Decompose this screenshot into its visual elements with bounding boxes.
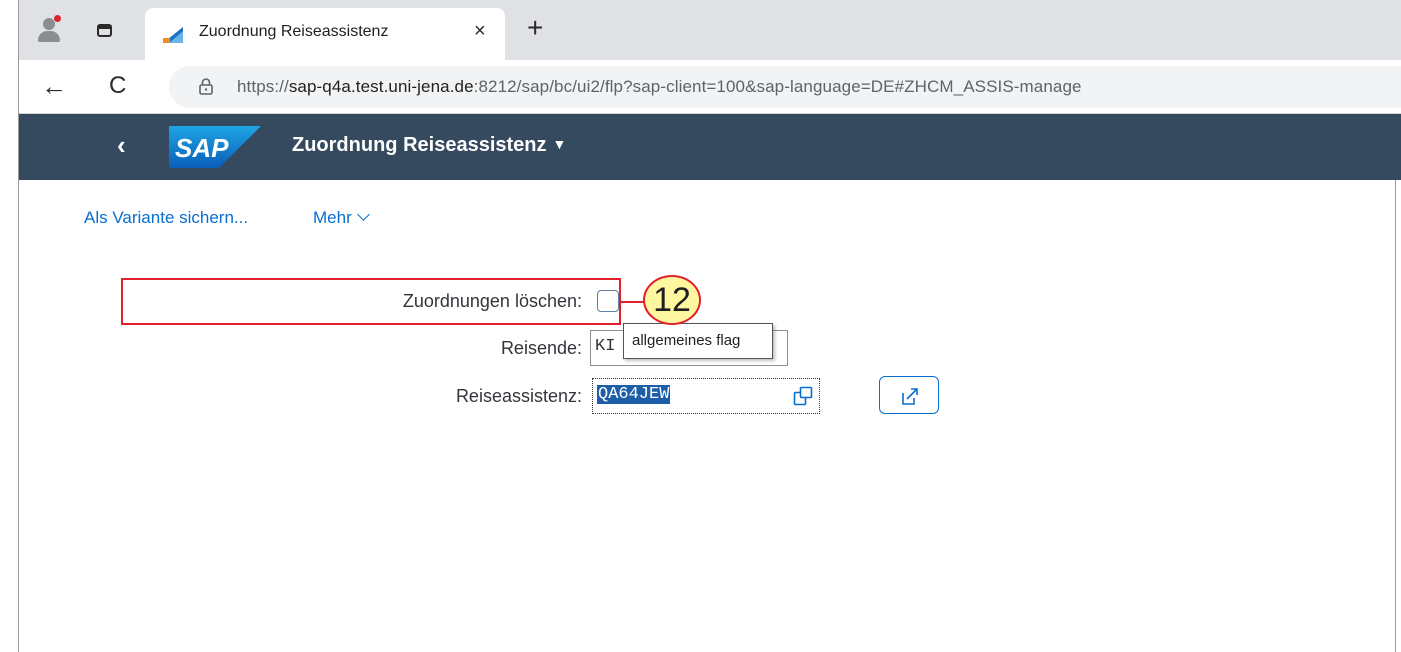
new-tab-icon[interactable]: + [527,14,543,42]
url-text[interactable]: https://sap-q4a.test.uni-jena.de:8212/sa… [237,77,1082,97]
traveler-label: Reisende: [500,338,582,358]
annotation-step-badge: 12 [643,275,701,325]
back-icon[interactable]: ← [41,71,67,102]
address-bar[interactable]: https://sap-q4a.test.uni-jena.de:8212/sa… [169,66,1401,108]
sap-logo[interactable]: SAP [169,126,261,168]
external-navigate-icon [902,388,918,405]
content-right-border [1395,180,1396,652]
assistant-label: Reiseassistenz: [455,386,582,406]
profile-icon[interactable] [37,15,61,44]
value-help-icon[interactable] [793,386,813,406]
more-menu-button[interactable]: Mehr [313,208,370,228]
favicon-icon [163,27,183,43]
svg-text:SAP: SAP [175,133,229,163]
annotation-connector [621,301,645,303]
chevron-down-icon [356,208,370,221]
shell-back-icon[interactable]: ‹ [117,130,126,161]
lock-icon[interactable] [199,78,213,95]
annotation-highlight-box [121,278,621,325]
browser-tab[interactable]: Zuordnung Reiseassistenz × [145,8,505,60]
tab-actions-icon[interactable] [97,24,112,37]
address-bar-row: ← C https://sap-q4a.test.uni-jena.de:821… [19,60,1401,114]
sap-shell-bar: ‹ SAP Zuordnung Reiseassistenz ▼ [19,114,1401,180]
save-as-variant-link[interactable]: Als Variante sichern... [84,208,248,228]
tab-close-icon[interactable]: × [474,20,486,43]
tab-strip: Zuordnung Reiseassistenz × + [19,0,1401,60]
assistant-input[interactable]: QA64JEW [592,378,820,414]
tooltip: allgemeines flag [623,323,773,359]
title-caret-icon[interactable]: ▼ [553,136,567,152]
app-title[interactable]: Zuordnung Reiseassistenz ▼ [292,134,566,157]
navigate-button[interactable] [879,376,939,414]
reload-icon[interactable]: C [109,72,126,100]
tab-title: Zuordnung Reiseassistenz [199,23,389,40]
